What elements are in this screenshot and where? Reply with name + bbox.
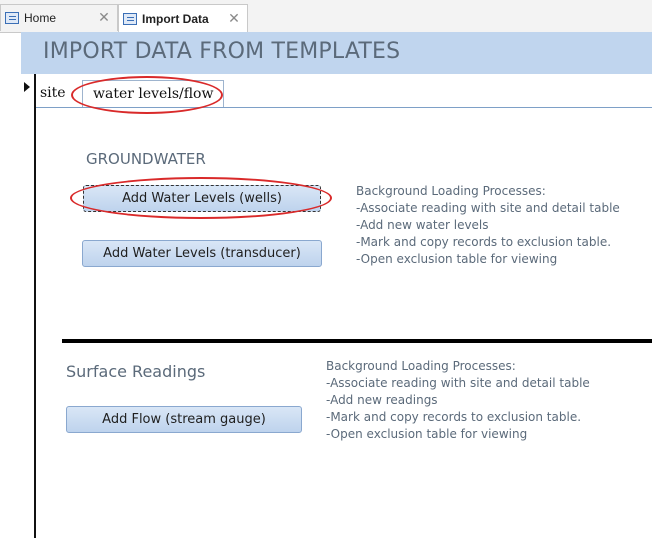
add-water-levels-transducer-button[interactable]: Add Water Levels (transducer) bbox=[82, 240, 322, 267]
section-divider bbox=[62, 339, 652, 343]
tab-home-label: Home bbox=[24, 11, 57, 25]
tab-control-border bbox=[36, 107, 652, 108]
process-heading: Background Loading Processes: bbox=[326, 359, 516, 373]
process-line: -Add new readings bbox=[326, 393, 438, 407]
add-flow-stream-gauge-button[interactable]: Add Flow (stream gauge) bbox=[66, 406, 302, 433]
form-icon bbox=[123, 12, 137, 25]
tab-import-data-label: Import Data bbox=[142, 11, 209, 26]
process-line: -Associate reading with site and detail … bbox=[326, 376, 590, 390]
record-arrow-icon bbox=[24, 82, 30, 92]
tab-import-data[interactable]: Import Data ✕ bbox=[118, 4, 248, 32]
record-selector[interactable] bbox=[21, 74, 36, 538]
tab-water-levels-flow[interactable]: water levels/flow bbox=[82, 80, 225, 107]
tab-control: site water levels/flow bbox=[36, 80, 652, 107]
close-icon[interactable]: ✕ bbox=[225, 11, 243, 27]
process-line: -Add new water levels bbox=[356, 218, 489, 232]
form-icon bbox=[5, 12, 19, 24]
process-heading: Background Loading Processes: bbox=[356, 184, 546, 198]
process-line: -Open exclusion table for viewing bbox=[356, 252, 558, 266]
page-title: IMPORT DATA FROM TEMPLATES bbox=[43, 39, 401, 64]
process-line: -Open exclusion table for viewing bbox=[326, 427, 528, 441]
groundwater-processes: Background Loading Processes: -Associate… bbox=[356, 183, 620, 268]
document-tabs-bar: Home ✕ Import Data ✕ bbox=[0, 0, 652, 33]
section-title-surface-readings: Surface Readings bbox=[66, 362, 206, 381]
process-line: -Associate reading with site and detail … bbox=[356, 201, 620, 215]
section-title-groundwater: GROUNDWATER bbox=[86, 150, 206, 168]
form-header: IMPORT DATA FROM TEMPLATES bbox=[21, 32, 652, 74]
add-water-levels-wells-button[interactable]: Add Water Levels (wells) bbox=[83, 185, 321, 212]
process-line: -Mark and copy records to exclusion tabl… bbox=[326, 410, 582, 424]
process-line: -Mark and copy records to exclusion tabl… bbox=[356, 235, 612, 249]
surface-processes: Background Loading Processes: -Associate… bbox=[326, 358, 590, 443]
close-icon[interactable]: ✕ bbox=[95, 10, 113, 26]
tab-home[interactable]: Home ✕ bbox=[0, 4, 118, 31]
